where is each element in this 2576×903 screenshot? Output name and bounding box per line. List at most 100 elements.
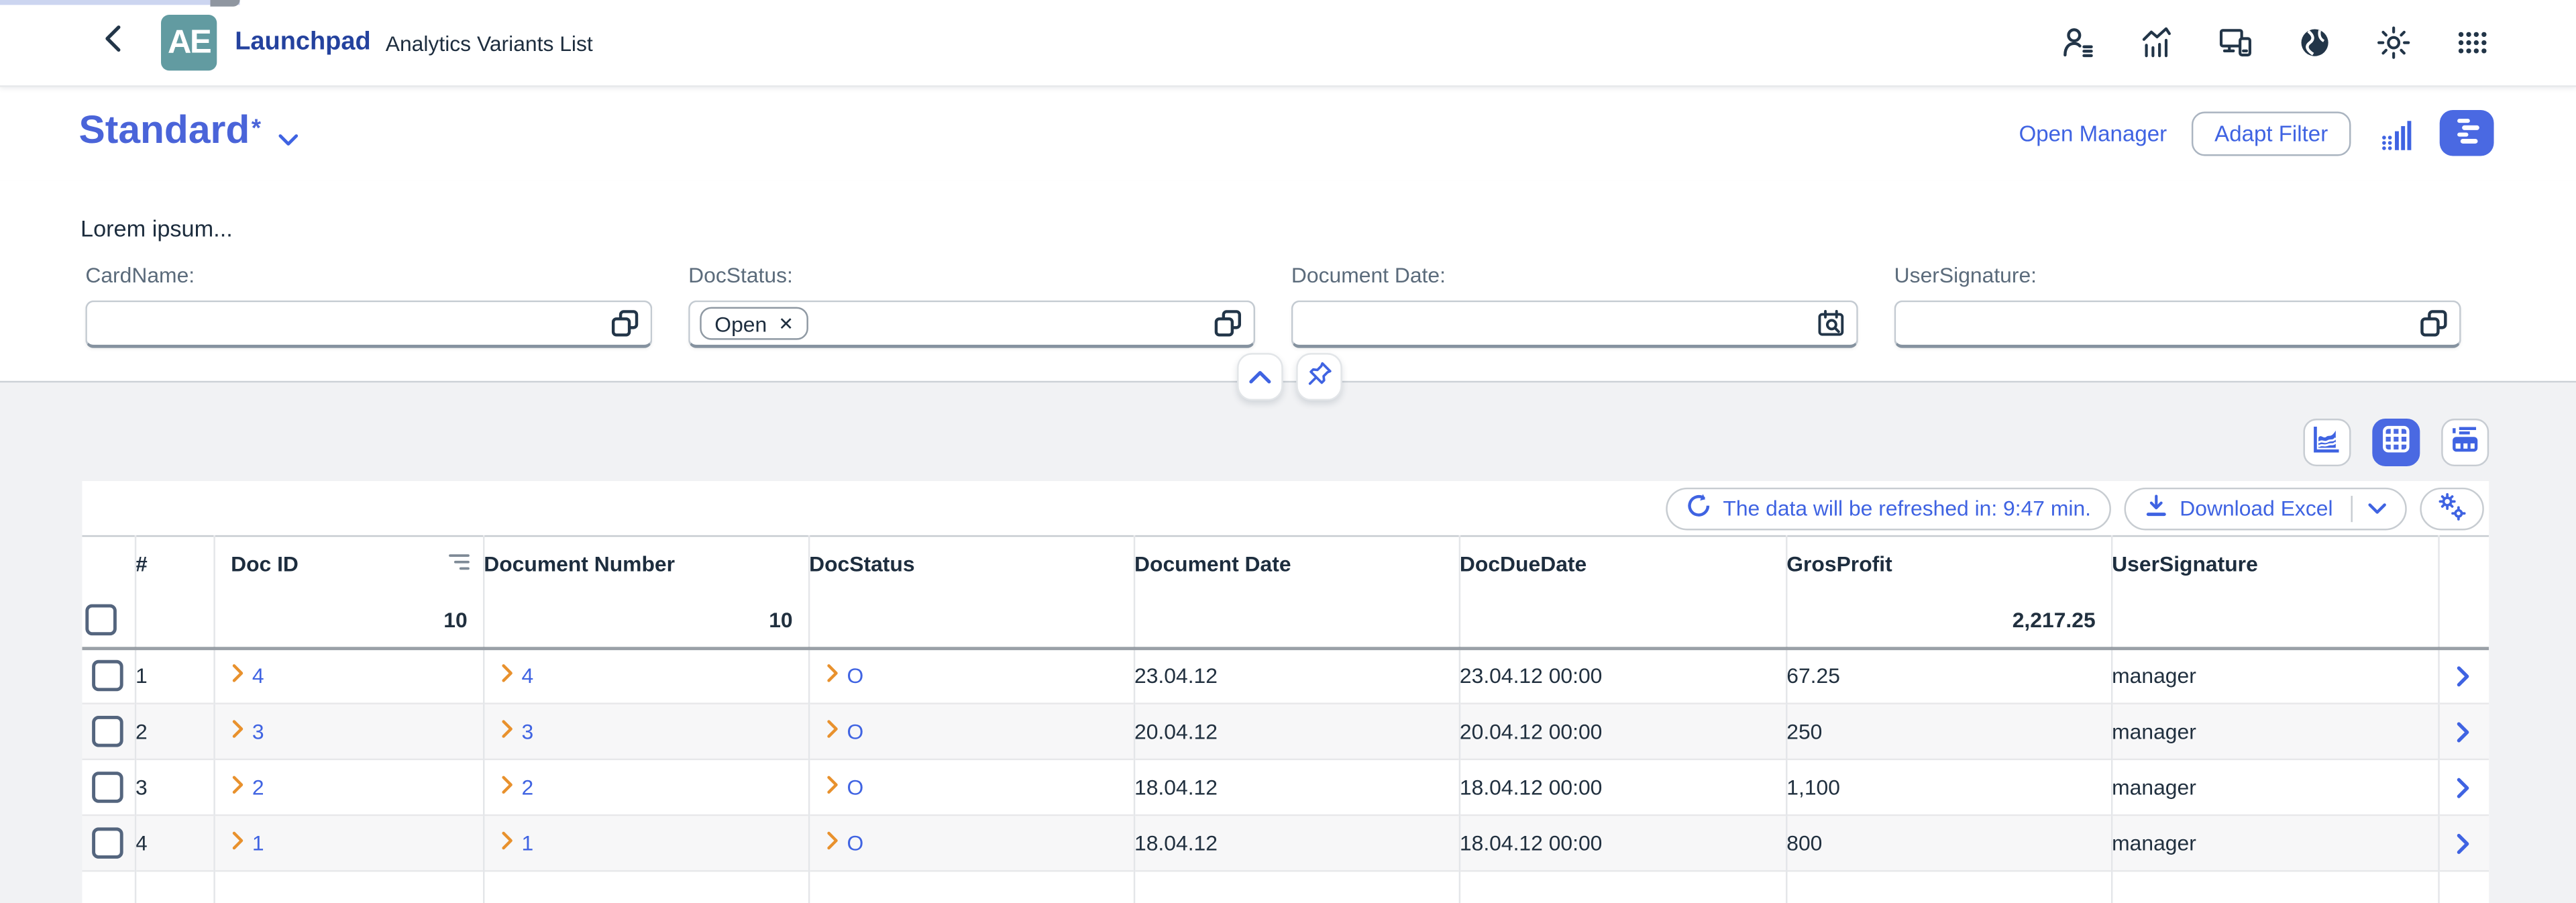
sun-icon[interactable] — [2375, 25, 2412, 61]
col-doc-status[interactable]: DocStatus — [808, 536, 1134, 592]
doc-status-cell: O — [808, 815, 1134, 871]
doc-id-link[interactable]: 4 — [252, 663, 264, 688]
doc-status-link[interactable]: O — [847, 719, 863, 744]
document-number-cell: 4 — [483, 647, 808, 703]
col-doc-due-date[interactable]: DocDueDate — [1459, 536, 1786, 592]
app-root: AE Launchpad Analytics Variants List — [0, 0, 2576, 903]
download-excel-button[interactable]: Download Excel — [2124, 487, 2407, 530]
expand-chevron-icon[interactable] — [500, 775, 514, 800]
shell-app-title[interactable]: Launchpad — [235, 28, 370, 58]
expand-chevron-icon[interactable] — [500, 719, 514, 744]
col-doc-id[interactable]: Doc ID — [213, 536, 483, 592]
table-view-button[interactable] — [2372, 419, 2420, 466]
col-row-num[interactable]: # — [135, 536, 214, 592]
row-checkbox[interactable] — [93, 716, 124, 747]
doc-id-link[interactable]: 1 — [252, 831, 264, 855]
variant-selector[interactable]: Standard* — [79, 111, 299, 155]
doc-id-link[interactable]: 3 — [252, 719, 264, 744]
col-gros-profit[interactable]: GrosProfit — [1786, 536, 2111, 592]
document-number-link[interactable]: 2 — [522, 775, 534, 800]
refresh-label: The data will be refreshed in: 9:47 min. — [1723, 496, 2091, 521]
document-date-input[interactable] — [1303, 301, 1807, 347]
value-help-icon[interactable] — [611, 309, 639, 337]
row-chevron-icon[interactable] — [2439, 776, 2489, 798]
col-user-signature[interactable]: UserSignature — [2111, 536, 2438, 592]
row-checkbox[interactable] — [93, 660, 124, 691]
row-chevron-icon[interactable] — [2439, 720, 2489, 743]
filter-field-docstatus: DocStatus: Open ✕ — [688, 263, 1255, 348]
col-document-number[interactable]: Document Number — [483, 536, 808, 592]
expand-chevron-icon[interactable] — [231, 831, 244, 855]
refresh-button[interactable]: The data will be refreshed in: 9:47 min. — [1666, 487, 2111, 530]
doc-due-date-cell: 20.04.12 00:00 — [1459, 704, 1786, 759]
document-date-cell: 18.04.12 — [1134, 815, 1459, 871]
chart-view-button[interactable] — [2303, 419, 2351, 466]
doc-status-link[interactable]: O — [847, 831, 863, 855]
expand-chevron-icon[interactable] — [826, 719, 839, 744]
bar-chart-icon[interactable] — [2375, 113, 2415, 153]
collapse-filter-button[interactable] — [1237, 353, 1283, 401]
pin-filter-button[interactable] — [1296, 353, 1342, 401]
browser-tab-strip-cap — [210, 0, 239, 6]
expand-chevron-icon[interactable] — [500, 831, 514, 855]
token-remove-icon[interactable]: ✕ — [778, 313, 794, 334]
doc-due-date-cell: 18.04.12 00:00 — [1459, 759, 1786, 815]
expand-chevron-icon[interactable] — [231, 775, 244, 800]
expand-chevron-icon[interactable] — [826, 775, 839, 800]
table-row[interactable]: 1 4 4 O 23.04.12 23.04.12 00:00 67.25 ma… — [82, 647, 2489, 703]
table-row[interactable]: 4 1 1 O 18.04.12 18.04.12 00:00 800 mana… — [82, 815, 2489, 871]
row-select-cell — [82, 815, 134, 871]
doc-id-link[interactable]: 2 — [252, 775, 264, 800]
expand-chevron-icon[interactable] — [826, 663, 839, 688]
table-settings-button[interactable] — [2420, 487, 2484, 530]
total-doc-id: 10 — [213, 592, 483, 647]
table-row[interactable]: 2 3 3 O 20.04.12 20.04.12 00:00 250 mana… — [82, 704, 2489, 759]
document-number-link[interactable]: 3 — [522, 719, 534, 744]
analytics-icon[interactable] — [2139, 25, 2176, 61]
expand-chevron-icon[interactable] — [500, 663, 514, 688]
row-select-cell — [82, 759, 134, 815]
row-chevron-icon[interactable] — [2439, 665, 2489, 688]
date-picker-icon[interactable] — [1817, 309, 1845, 337]
app-logo[interactable]: AE — [161, 15, 217, 70]
filter-fields-button[interactable] — [2440, 110, 2494, 156]
globe-icon[interactable] — [2297, 25, 2333, 61]
document-number-link[interactable]: 4 — [522, 663, 534, 688]
chevron-down-icon[interactable] — [2367, 496, 2387, 521]
value-help-icon[interactable] — [2420, 309, 2448, 337]
document-number-link[interactable]: 1 — [522, 831, 534, 855]
user-icon[interactable] — [2060, 25, 2096, 61]
adapt-filter-button[interactable]: Adapt Filter — [2192, 111, 2351, 155]
filter-label: Document Date: — [1291, 263, 1858, 288]
apps-grid-icon[interactable] — [2455, 25, 2491, 61]
table-panel: The data will be refreshed in: 9:47 min.… — [82, 481, 2489, 903]
select-all-checkbox[interactable] — [85, 603, 117, 634]
col-document-date[interactable]: Document Date — [1134, 536, 1459, 592]
docstatus-token[interactable]: Open ✕ — [700, 307, 808, 340]
devices-icon[interactable] — [2218, 25, 2254, 61]
row-checkbox[interactable] — [93, 772, 124, 802]
row-chevron-icon[interactable] — [2439, 832, 2489, 855]
chart-table-view-button[interactable] — [2441, 419, 2489, 466]
totals-row-num — [135, 592, 214, 647]
doc-status-link[interactable]: O — [847, 775, 863, 800]
doc-status-link[interactable]: O — [847, 663, 863, 688]
filter-lines-icon[interactable] — [447, 552, 469, 577]
back-button[interactable] — [95, 23, 128, 62]
expand-chevron-icon[interactable] — [826, 831, 839, 855]
value-help-icon[interactable] — [1214, 309, 1242, 337]
expand-chevron-icon[interactable] — [231, 663, 244, 688]
row-checkbox[interactable] — [93, 827, 124, 858]
total-document-date — [1134, 592, 1459, 647]
app-logo-text: AE — [168, 23, 210, 61]
split-button-divider — [2351, 495, 2352, 521]
chevron-down-icon — [278, 125, 299, 155]
cardname-input[interactable] — [97, 301, 601, 347]
open-manager-link[interactable]: Open Manager — [2019, 121, 2167, 146]
usersignature-input[interactable] — [1906, 301, 2410, 347]
expand-chevron-icon[interactable] — [231, 719, 244, 744]
total-doc-status — [808, 592, 1134, 647]
table-row[interactable]: 3 2 2 O 18.04.12 18.04.12 00:00 1,100 ma… — [82, 759, 2489, 815]
doc-id-cell: 1 — [213, 815, 483, 871]
doc-id-cell: 4 — [213, 647, 483, 703]
